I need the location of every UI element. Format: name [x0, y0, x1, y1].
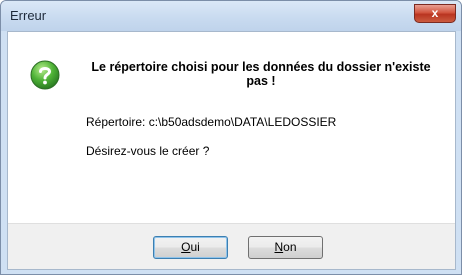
directory-path-text: Répertoire: c:\b50adsdemo\DATA\LEDOSSIER: [86, 115, 337, 129]
window-title: Erreur: [10, 8, 47, 23]
create-question-text: Désirez-vous le créer ?: [86, 144, 210, 158]
question-icon: [30, 60, 60, 90]
dialog-window: Erreur x Le répertoire choisi pour les d…: [0, 0, 462, 275]
no-mnemonic: N: [274, 240, 284, 254]
error-heading: Le répertoire choisi pour les données du…: [91, 60, 431, 88]
yes-label-rest: ui: [190, 240, 200, 254]
dialog-content: Le répertoire choisi pour les données du…: [7, 31, 456, 270]
yes-mnemonic: O: [181, 240, 191, 254]
title-bar[interactable]: Erreur x: [1, 1, 461, 31]
no-button[interactable]: Non: [248, 236, 323, 259]
close-icon: x: [431, 6, 439, 20]
close-button[interactable]: x: [414, 4, 456, 23]
no-label-rest: on: [283, 240, 297, 254]
button-bar: Oui Non: [8, 223, 455, 269]
yes-button[interactable]: Oui: [153, 236, 228, 259]
